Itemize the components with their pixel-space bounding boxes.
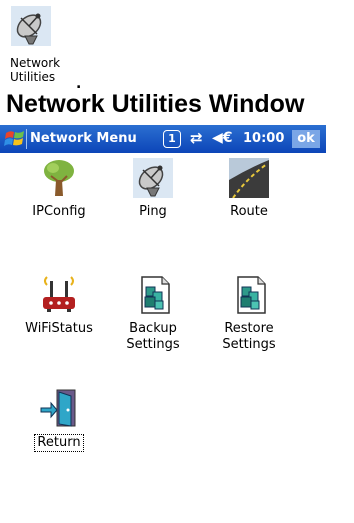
app-return[interactable]: Return: [14, 388, 104, 452]
settings-document-icon: [141, 276, 170, 314]
satellite-dish-icon: [11, 6, 51, 46]
shortcut-label-line2: Utilities: [10, 70, 56, 84]
notification-badge[interactable]: 1: [163, 130, 181, 148]
tree-icon: [44, 160, 74, 196]
app-label-line2: Settings: [222, 337, 276, 352]
window-title: Network Menu: [30, 131, 137, 146]
clock-time[interactable]: 10:00: [243, 131, 284, 146]
app-route[interactable]: Route: [204, 158, 294, 220]
app-wifistatus[interactable]: WiFiStatus: [14, 275, 104, 337]
satellite-dish-icon: [133, 158, 173, 198]
app-restore-settings[interactable]: Restore Settings: [204, 275, 294, 353]
app-label-line1: Backup: [129, 321, 177, 336]
app-label-line1: Restore: [224, 321, 274, 336]
app-label: Route: [230, 204, 268, 219]
app-label: Ping: [139, 204, 167, 219]
windows-start-icon[interactable]: [4, 129, 26, 149]
page-heading: Network Utilities Window: [6, 90, 305, 118]
app-label: WiFiStatus: [25, 321, 93, 336]
app-label-line2: Settings: [126, 337, 180, 352]
volume-icon[interactable]: ◀€: [212, 130, 233, 146]
app-label: IPConfig: [32, 204, 86, 219]
connectivity-icon[interactable]: ⇄: [190, 129, 203, 147]
wifi-router-icon: [43, 276, 75, 312]
app-ping[interactable]: Ping: [108, 158, 198, 220]
ok-button[interactable]: ok: [292, 130, 320, 148]
shortcut-label-line1: Network: [10, 56, 61, 70]
app-ipconfig[interactable]: IPConfig: [14, 158, 104, 220]
app-label: Return: [34, 434, 84, 452]
settings-document-icon: [237, 276, 266, 314]
title-separator: [26, 129, 27, 149]
network-utilities-shortcut[interactable]: Network Utilities: [10, 6, 70, 84]
app-backup-settings[interactable]: Backup Settings: [108, 275, 198, 353]
exit-door-icon: [40, 389, 76, 427]
road-icon: [229, 158, 269, 198]
device-window: Network Menu 1 ⇄ ◀€ 10:00 ok IPConfig Pi…: [0, 125, 326, 523]
title-bar: Network Menu 1 ⇄ ◀€ 10:00 ok: [0, 125, 326, 153]
